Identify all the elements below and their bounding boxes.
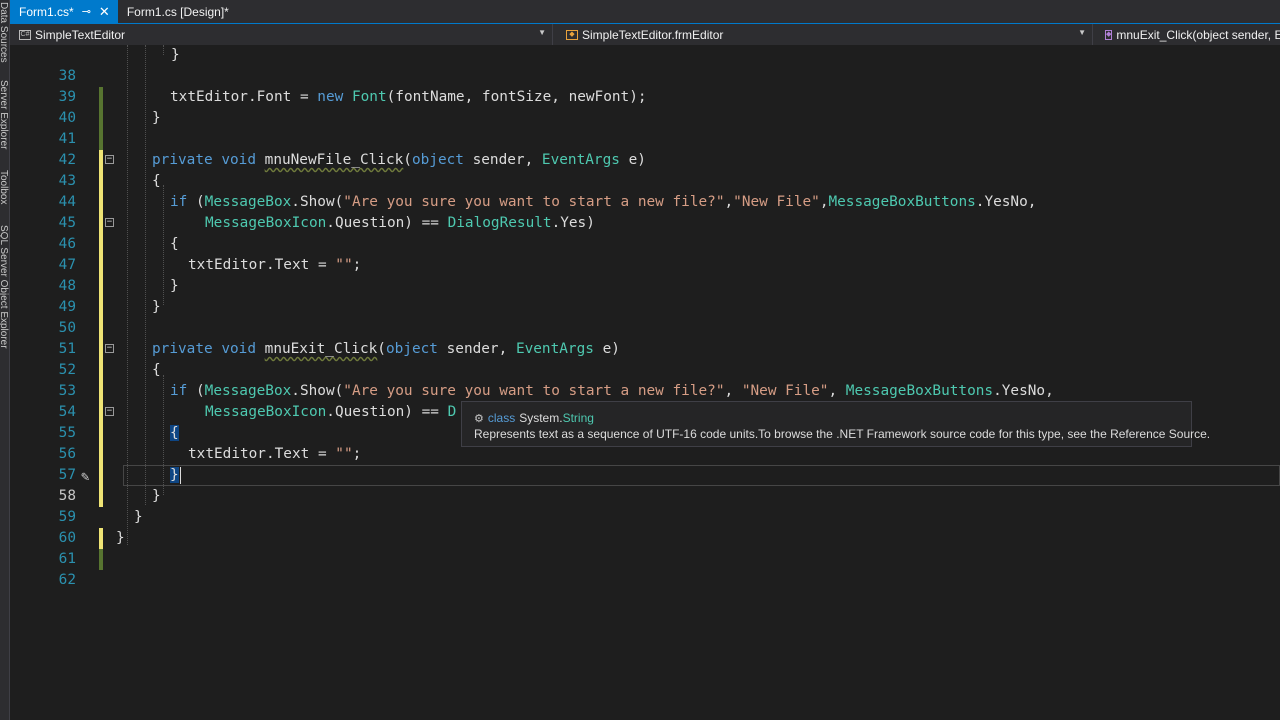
chevron-down-icon: ▼	[1078, 28, 1086, 37]
code-line-current[interactable]: 58 ✎ }	[10, 465, 1280, 549]
code-line[interactable]: 51	[10, 318, 1280, 381]
code-line[interactable]: 57 txtEditor.Text = "";	[10, 444, 1280, 507]
code-line[interactable]: 59 }	[10, 486, 1280, 549]
side-tab-toolbox[interactable]: Toolbox	[0, 170, 9, 204]
code-line[interactable]: 48 txtEditor.Text = "";	[10, 255, 1280, 318]
navigation-bar: C# SimpleTextEditor ▼ ◆ SimpleTextEditor…	[10, 23, 1280, 46]
code-line[interactable]: 60 }	[10, 507, 1280, 570]
document-tab-bar: Form1.cs* ⊸ ✕ Form1.cs [Design]*	[10, 0, 1280, 23]
code-text: }	[134, 509, 143, 525]
code-text: {	[170, 236, 179, 252]
code-text: private void mnuNewFile_Click(object sen…	[152, 152, 646, 168]
code-line[interactable]: 54 if (MessageBox.Show("Are you sure you…	[10, 381, 1280, 444]
code-text: }	[170, 467, 179, 483]
code-line[interactable]: 42	[10, 129, 1280, 192]
collapse-icon[interactable]: −	[105, 155, 114, 164]
code-line[interactable]: 44 {	[10, 171, 1280, 234]
project-dropdown[interactable]: C# SimpleTextEditor ▼	[10, 24, 553, 45]
code-text: if (MessageBox.Show("Are you sure you wa…	[170, 383, 1054, 399]
member-name: mnuExit_Click(object sender, EventArgs e…	[1116, 27, 1280, 42]
close-icon[interactable]: ✕	[99, 4, 110, 20]
code-line[interactable]: 38 }	[10, 45, 1280, 108]
text-caret	[180, 467, 181, 484]
code-line[interactable]: 39	[10, 66, 1280, 129]
collapse-icon[interactable]: −	[105, 218, 114, 227]
tooltip-namespace: System.	[519, 411, 563, 425]
tooltip-signature: ⚙ class System.String	[474, 411, 594, 425]
tooltip-type[interactable]: String	[563, 411, 594, 425]
code-text: if (MessageBox.Show("Are you sure you wa…	[170, 194, 1037, 210]
code-line[interactable]: 43 − private void mnuNewFile_Click(objec…	[10, 150, 1280, 213]
class-name: SimpleTextEditor.frmEditor	[582, 27, 724, 42]
code-line[interactable]: 49 }	[10, 276, 1280, 339]
collapse-icon[interactable]: −	[105, 407, 114, 416]
code-line[interactable]: 62	[10, 549, 1280, 588]
collapse-icon[interactable]: −	[105, 344, 114, 353]
quick-info-tooltip: ⚙ class System.String Represents text as…	[461, 401, 1210, 447]
code-text: {	[170, 425, 179, 441]
chevron-down-icon: ▼	[538, 28, 546, 37]
code-text: {	[152, 173, 161, 189]
code-text: }	[152, 110, 161, 126]
edit-pencil-icon: ✎	[81, 469, 90, 485]
code-line[interactable]: 45 if (MessageBox.Show("Are you sure you…	[10, 192, 1280, 255]
code-line[interactable]: 46 − MessageBoxIcon.Question) == DialogR…	[10, 213, 1280, 276]
member-dropdown[interactable]: ◆ mnuExit_Click(object sender, EventArgs…	[1096, 24, 1280, 45]
code-text: txtEditor.Text = "";	[188, 257, 362, 273]
side-tab-server-explorer[interactable]: Server Explorer	[0, 80, 9, 149]
code-text: }	[116, 530, 125, 546]
side-tool-strip: Data Sources Server Explorer Toolbox SQL…	[0, 0, 10, 720]
code-text: {	[152, 362, 161, 378]
code-text: }	[152, 299, 161, 315]
code-text: txtEditor.Font = new Font(fontName, font…	[170, 89, 647, 105]
code-line[interactable]: 41 }	[10, 108, 1280, 171]
side-tab-data-sources[interactable]: Data Sources	[0, 2, 9, 63]
code-editor[interactable]: 38 } 39 40 txtEditor.Font = new Font(fon…	[10, 45, 1280, 720]
tab-label: Form1.cs [Design]*	[126, 4, 229, 19]
side-tab-sql-server-object-explorer[interactable]: SQL Server Object Explorer	[0, 225, 9, 349]
code-text: }	[171, 47, 180, 63]
code-text: }	[152, 488, 161, 504]
code-line[interactable]: 52 − private void mnuExit_Click(object s…	[10, 339, 1280, 402]
class-dropdown[interactable]: ◆ SimpleTextEditor.frmEditor ▼	[557, 24, 1093, 45]
method-icon: ◆	[1105, 29, 1113, 40]
code-text: private void mnuExit_Click(object sender…	[152, 341, 620, 357]
code-line[interactable]: 53 {	[10, 360, 1280, 423]
tab-form1-design[interactable]: Form1.cs [Design]*	[118, 0, 237, 23]
code-text: MessageBoxIcon.Question) == D	[205, 404, 457, 420]
project-name: SimpleTextEditor	[35, 27, 126, 42]
pin-icon[interactable]: ⊸	[82, 5, 91, 18]
line-number: 62	[58, 572, 76, 588]
code-text: MessageBoxIcon.Question) == DialogResult…	[205, 215, 595, 231]
code-text: txtEditor.Text = "";	[188, 446, 362, 462]
tooltip-kind: class	[487, 411, 516, 425]
tab-form1-cs[interactable]: Form1.cs* ⊸ ✕	[10, 0, 118, 23]
class-icon: ◆	[566, 29, 578, 40]
csharp-project-icon: C#	[19, 29, 31, 40]
tooltip-description: Represents text as a sequence of UTF-16 …	[474, 427, 1211, 441]
tab-label: Form1.cs*	[19, 4, 74, 19]
code-line[interactable]: 47 {	[10, 234, 1280, 297]
code-line[interactable]: 50 }	[10, 297, 1280, 360]
code-line[interactable]: 40 txtEditor.Font = new Font(fontName, f…	[10, 87, 1280, 150]
class-symbol-icon: ⚙	[474, 412, 484, 425]
code-line[interactable]: 61 }	[10, 528, 1280, 567]
code-text: }	[170, 278, 179, 294]
